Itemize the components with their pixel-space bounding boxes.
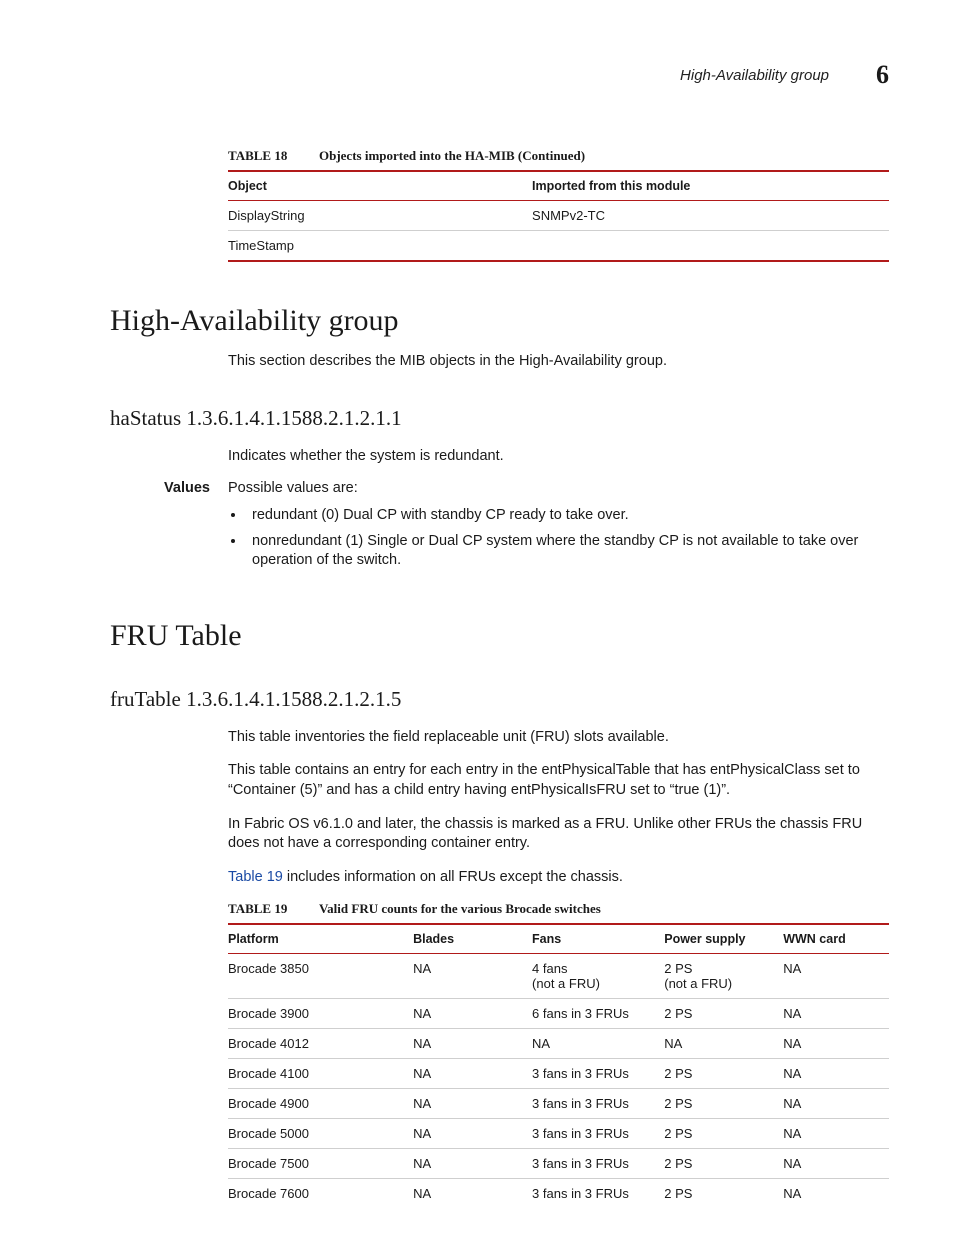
hastatus-desc: Indicates whether the system is redundan… <box>228 447 889 467</box>
table18: Object Imported from this module Display… <box>228 170 889 262</box>
cell: 2 PS <box>664 999 783 1029</box>
section-heading-ha: High-Availability group <box>110 304 889 338</box>
fru-p2: This table contains an entry for each en… <box>228 761 889 800</box>
table-header-row: Platform Blades Fans Power supply WWN ca… <box>228 924 889 954</box>
cell: NA <box>413 999 532 1029</box>
cell: 3 fans in 3 FRUs <box>532 1059 664 1089</box>
values-row: Values Possible values are: redundant (0… <box>110 480 889 577</box>
chapter-number: 6 <box>861 60 889 90</box>
values-label: Values <box>110 480 210 577</box>
cell: TimeStamp <box>228 231 532 262</box>
cell: NA <box>783 1179 889 1209</box>
list-item: nonredundant (1) Single or Dual CP syste… <box>246 532 889 571</box>
running-header: High-Availability group 6 <box>110 60 889 90</box>
cell: 2 PS (not a FRU) <box>664 954 783 999</box>
table18-block: TABLE 18 Objects imported into the HA-MI… <box>228 148 889 262</box>
cell: NA <box>413 1119 532 1149</box>
cell: NA <box>413 1149 532 1179</box>
cell <box>532 231 889 262</box>
table-row: DisplayString SNMPv2-TC <box>228 201 889 231</box>
values-bullets: redundant (0) Dual CP with standby CP re… <box>228 506 889 571</box>
cell: 4 fans (not a FRU) <box>532 954 664 999</box>
cell: Brocade 5000 <box>228 1119 413 1149</box>
table-row: Brocade 3900 NA 6 fans in 3 FRUs 2 PS NA <box>228 999 889 1029</box>
cell: SNMPv2-TC <box>532 201 889 231</box>
table18-caption-text: Objects imported into the HA-MIB (Contin… <box>319 148 585 163</box>
fru-p4: Table 19 includes information on all FRU… <box>228 868 889 888</box>
ha-intro-text: This section describes the MIB objects i… <box>228 352 889 372</box>
fru-body: This table inventories the field replace… <box>228 728 889 1208</box>
table19-caption: TABLE 19 Valid FRU counts for the variou… <box>228 901 889 917</box>
cell: 2 PS <box>664 1089 783 1119</box>
cell: NA <box>532 1029 664 1059</box>
table19-label: TABLE 19 <box>228 901 287 916</box>
hastatus-heading: haStatus 1.3.6.1.4.1.1588.2.1.2.1.1 <box>110 406 889 431</box>
table-row: Brocade 7600 NA 3 fans in 3 FRUs 2 PS NA <box>228 1179 889 1209</box>
cell: Brocade 3850 <box>228 954 413 999</box>
section-heading-fru: FRU Table <box>110 619 889 653</box>
table-row: TimeStamp <box>228 231 889 262</box>
cell: 2 PS <box>664 1059 783 1089</box>
table18-caption: TABLE 18 Objects imported into the HA-MI… <box>228 148 889 164</box>
values-content: Possible values are: redundant (0) Dual … <box>228 480 889 577</box>
t19-h2: Fans <box>532 924 664 954</box>
cell: NA <box>413 1059 532 1089</box>
table-row: Brocade 5000 NA 3 fans in 3 FRUs 2 PS NA <box>228 1119 889 1149</box>
cell: Brocade 4012 <box>228 1029 413 1059</box>
cell: 2 PS <box>664 1149 783 1179</box>
t19-h0: Platform <box>228 924 413 954</box>
table-row: Brocade 7500 NA 3 fans in 3 FRUs 2 PS NA <box>228 1149 889 1179</box>
table18-h0: Object <box>228 171 532 201</box>
cell: 2 PS <box>664 1119 783 1149</box>
cell: Brocade 4900 <box>228 1089 413 1119</box>
cell: 2 PS <box>664 1179 783 1209</box>
table19-caption-text: Valid FRU counts for the various Brocade… <box>319 901 601 916</box>
cell: 3 fans in 3 FRUs <box>532 1179 664 1209</box>
cell: NA <box>783 954 889 999</box>
cell: NA <box>783 1149 889 1179</box>
cell: Brocade 3900 <box>228 999 413 1029</box>
t19-h3: Power supply <box>664 924 783 954</box>
header-title: High-Availability group <box>680 67 829 84</box>
cell: NA <box>413 1179 532 1209</box>
hastatus-desc-block: Indicates whether the system is redundan… <box>228 447 889 467</box>
t19-h1: Blades <box>413 924 532 954</box>
table19: Platform Blades Fans Power supply WWN ca… <box>228 923 889 1208</box>
table19-link[interactable]: Table 19 <box>228 869 283 885</box>
frutable-heading: fruTable 1.3.6.1.4.1.1588.2.1.2.1.5 <box>110 687 889 712</box>
table-row: Brocade 3850 NA 4 fans (not a FRU) 2 PS … <box>228 954 889 999</box>
t19-h4: WWN card <box>783 924 889 954</box>
ha-intro-block: This section describes the MIB objects i… <box>228 352 889 372</box>
cell: NA <box>664 1029 783 1059</box>
cell: Brocade 4100 <box>228 1059 413 1089</box>
fru-p4-rest: includes information on all FRUs except … <box>283 869 623 885</box>
cell: NA <box>783 1089 889 1119</box>
table-row: Brocade 4100 NA 3 fans in 3 FRUs 2 PS NA <box>228 1059 889 1089</box>
document-page: High-Availability group 6 TABLE 18 Objec… <box>0 0 954 1235</box>
table-header-row: Object Imported from this module <box>228 171 889 201</box>
table18-label: TABLE 18 <box>228 148 287 163</box>
cell: Brocade 7500 <box>228 1149 413 1179</box>
cell: NA <box>783 1119 889 1149</box>
cell: NA <box>783 1029 889 1059</box>
fru-p3: In Fabric OS v6.1.0 and later, the chass… <box>228 815 889 854</box>
cell: NA <box>413 1029 532 1059</box>
cell: 6 fans in 3 FRUs <box>532 999 664 1029</box>
table18-h1: Imported from this module <box>532 171 889 201</box>
cell: Brocade 7600 <box>228 1179 413 1209</box>
table-row: Brocade 4012 NA NA NA NA <box>228 1029 889 1059</box>
cell: NA <box>413 1089 532 1119</box>
list-item: redundant (0) Dual CP with standby CP re… <box>246 506 889 526</box>
table-row: Brocade 4900 NA 3 fans in 3 FRUs 2 PS NA <box>228 1089 889 1119</box>
cell: 3 fans in 3 FRUs <box>532 1149 664 1179</box>
cell: NA <box>783 1059 889 1089</box>
cell: NA <box>783 999 889 1029</box>
cell: 3 fans in 3 FRUs <box>532 1089 664 1119</box>
values-intro: Possible values are: <box>228 480 358 496</box>
cell: 3 fans in 3 FRUs <box>532 1119 664 1149</box>
fru-p1: This table inventories the field replace… <box>228 728 889 748</box>
cell: DisplayString <box>228 201 532 231</box>
cell: NA <box>413 954 532 999</box>
